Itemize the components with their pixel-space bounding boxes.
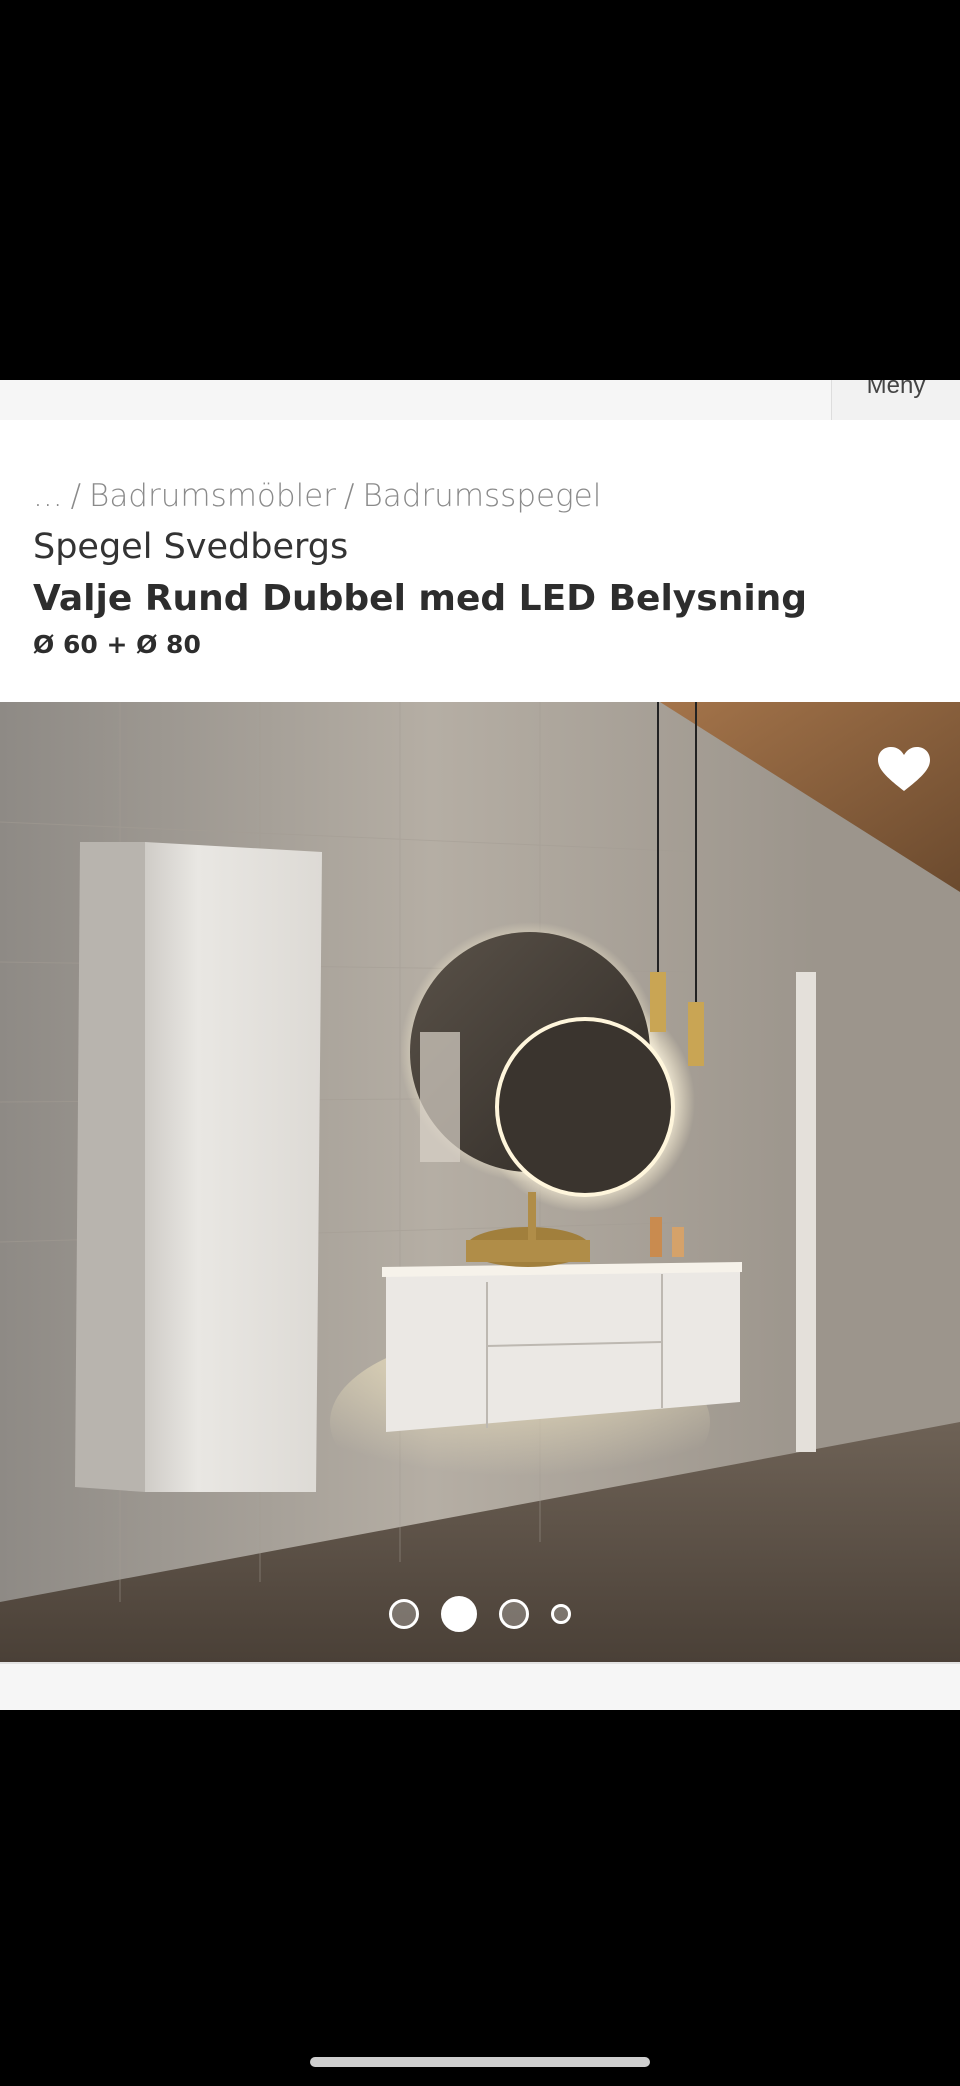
product-dimensions: Ø 60 + Ø 80 (33, 630, 201, 659)
breadcrumb-ellipsis[interactable]: ... (33, 478, 63, 514)
menu-label: Meny (866, 380, 926, 399)
breadcrumb-separator: / (344, 478, 355, 514)
menu-button[interactable]: Meny (831, 380, 960, 420)
carousel-dot-4[interactable] (551, 1604, 571, 1624)
top-bar: Meny (0, 380, 960, 421)
content-below-gallery (0, 1662, 960, 1710)
carousel-dot-1[interactable] (389, 1599, 419, 1629)
carousel-dot-3[interactable] (499, 1599, 529, 1629)
home-indicator[interactable] (310, 2057, 650, 2067)
breadcrumb: ... / Badrumsmöbler / Badrumsspegel (33, 478, 609, 514)
product-image-gallery[interactable] (0, 702, 960, 1662)
breadcrumb-separator: / (70, 478, 82, 514)
favorite-button[interactable] (876, 742, 932, 798)
heart-icon (878, 747, 930, 791)
product-header: ... / Badrumsmöbler / Badrumsspegel Spegel S… (0, 420, 960, 702)
product-brand: Spegel Svedbergs (33, 527, 349, 567)
carousel-dot-2-active[interactable] (441, 1596, 477, 1632)
carousel-indicators (0, 1596, 960, 1632)
breadcrumb-item-badrumsspegel[interactable]: Badrumsspegel (362, 478, 601, 514)
product-photo (0, 702, 960, 1662)
page-title: Valje Rund Dubbel med LED Belysning (33, 578, 808, 619)
breadcrumb-item-badrumsmobler[interactable]: Badrumsmöbler (89, 478, 336, 514)
